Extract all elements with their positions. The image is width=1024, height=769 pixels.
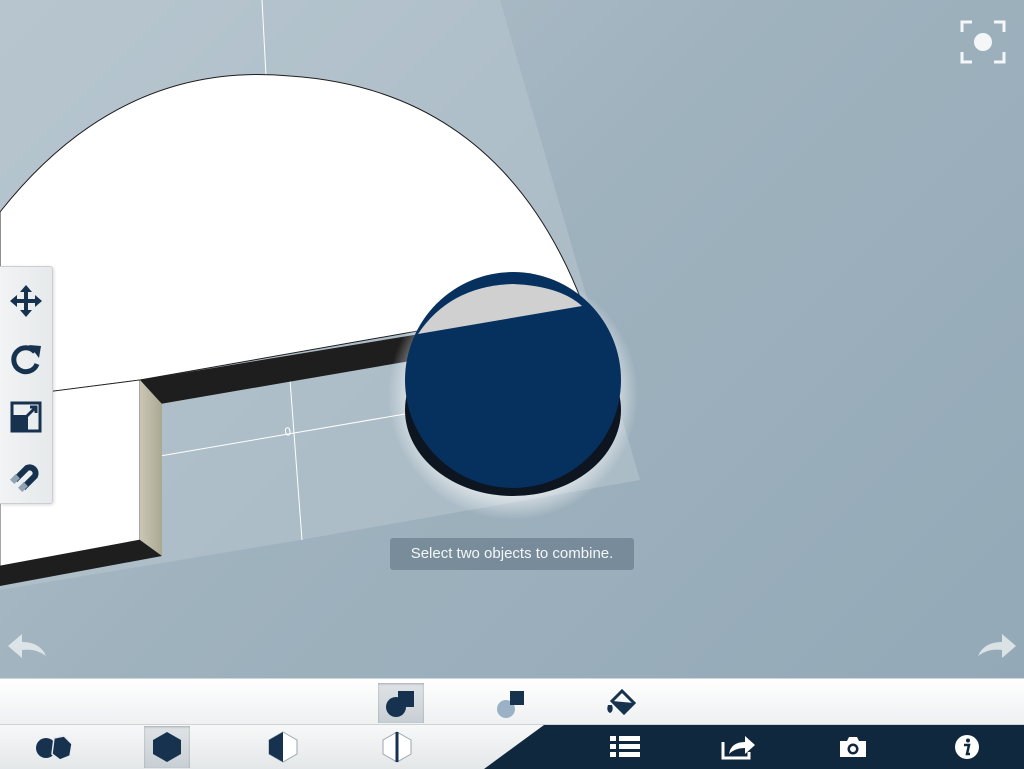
transform-tools-panel [0, 266, 53, 504]
share-button[interactable] [716, 726, 762, 768]
shapes-button[interactable] [32, 726, 78, 768]
undo-button[interactable] [6, 630, 54, 678]
magnet-snap-icon [10, 464, 39, 492]
split-button[interactable] [374, 726, 420, 768]
undo-arrow-icon [8, 634, 46, 658]
paint-bucket-icon [607, 688, 637, 716]
combine-toolbar [0, 678, 1024, 725]
share-icon [721, 736, 755, 760]
redo-button[interactable] [974, 630, 1022, 678]
camera-button[interactable] [830, 726, 876, 768]
info-button[interactable] [944, 726, 990, 768]
solid-button[interactable] [144, 726, 190, 768]
combine-union-icon [386, 691, 414, 717]
hole-button[interactable] [260, 726, 306, 768]
rotate-tool-button[interactable] [4, 337, 48, 381]
camera-icon [840, 737, 866, 757]
camera-focus-icon [960, 20, 1006, 64]
half-hexagon-icon [268, 731, 298, 763]
shapes-icon [36, 735, 73, 761]
box-side-face [140, 380, 162, 556]
scale-icon [10, 401, 42, 433]
info-icon [955, 735, 979, 759]
list-icon [610, 736, 640, 757]
list-button[interactable] [602, 726, 648, 768]
camera-focus-button[interactable] [960, 20, 1008, 68]
scale-tool-button[interactable] [4, 395, 48, 439]
combine-union-button[interactable] [378, 683, 424, 723]
solid-hexagon-icon [153, 732, 181, 762]
main-toolbar [0, 724, 1024, 769]
snap-tool-button[interactable] [4, 453, 48, 497]
rotate-icon [11, 345, 41, 375]
hint-toast: Select two objects to combine. [390, 538, 634, 570]
combine-subtract-icon [497, 691, 524, 718]
scene-canvas[interactable]: 0 [0, 0, 1024, 678]
split-hexagon-icon [382, 731, 412, 763]
redo-arrow-icon [978, 634, 1016, 658]
move-icon [10, 285, 42, 317]
move-tool-button[interactable] [4, 279, 48, 323]
paint-bucket-button[interactable] [598, 683, 644, 723]
combine-subtract-button[interactable] [488, 683, 534, 723]
3d-viewport[interactable]: 0 Select two objects to combine. [0, 0, 1024, 678]
